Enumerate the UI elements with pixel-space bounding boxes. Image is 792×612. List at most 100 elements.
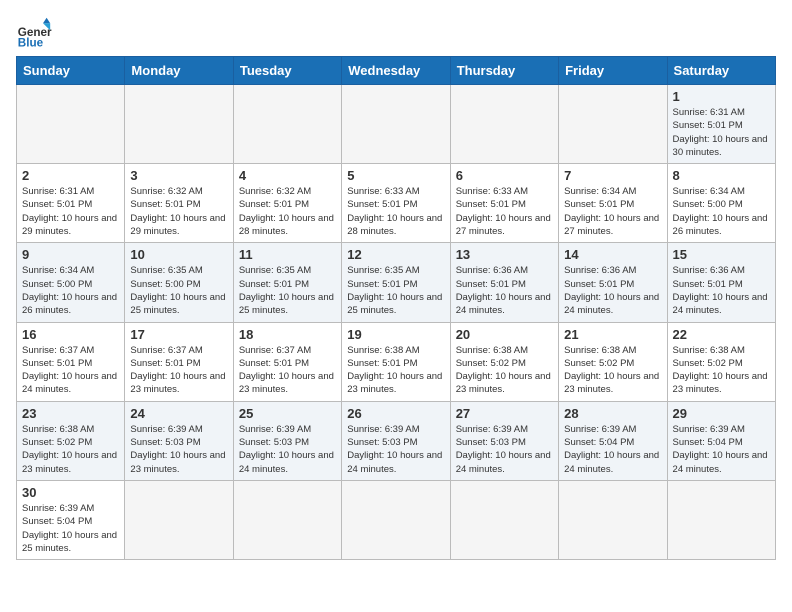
calendar-week-row: 1 Sunrise: 6:31 AM Sunset: 5:01 PM Daylig… (17, 85, 776, 164)
calendar-week-row: 23Sunrise: 6:38 AM Sunset: 5:02 PM Dayli… (17, 401, 776, 480)
calendar-cell (342, 480, 450, 559)
calendar-cell: 27 Sunrise: 6:39 AM Sunset: 5:03 PM Dayli… (450, 401, 558, 480)
calendar-cell (233, 480, 341, 559)
day-info: Sunrise: 6:31 AM Sunset: 5:01 PM Dayligh… (22, 185, 119, 238)
day-number: 29 (673, 406, 770, 421)
day-number: 11 (239, 247, 336, 262)
day-number: 13 (456, 247, 553, 262)
calendar-cell (125, 85, 233, 164)
day-info: Sunrise: 6:38 AM Sunset: 5:02 PM Dayligh… (22, 423, 119, 476)
day-info: Sunrise: 6:31 AM Sunset: 5:01 PM Dayligh… (673, 106, 770, 159)
day-info: Sunrise: 6:37 AM Sunset: 5:01 PM Dayligh… (130, 344, 227, 397)
calendar-cell: 9Sunrise: 6:34 AM Sunset: 5:00 PM Daylig… (17, 243, 125, 322)
calendar-cell: 30 Sunrise: 6:39 AM Sunset: 5:04 PM Dayli… (17, 480, 125, 559)
calendar-cell: 19Sunrise: 6:38 AM Sunset: 5:01 PM Dayli… (342, 322, 450, 401)
calendar-cell: 13 Sunrise: 6:36 AM Sunset: 5:01 PM Dayli… (450, 243, 558, 322)
day-number: 17 (130, 327, 227, 342)
page-header: General Blue (16, 16, 776, 52)
col-tuesday: Tuesday (233, 57, 341, 85)
day-number: 28 (564, 406, 661, 421)
day-number: 21 (564, 327, 661, 342)
day-info: Sunrise: 6:39 AM Sunset: 5:03 PM Dayligh… (239, 423, 336, 476)
day-info: Sunrise: 6:35 AM Sunset: 5:01 PM Dayligh… (239, 264, 336, 317)
day-info: Sunrise: 6:39 AM Sunset: 5:03 PM Dayligh… (347, 423, 444, 476)
day-number: 15 (673, 247, 770, 262)
day-info: Sunrise: 6:37 AM Sunset: 5:01 PM Dayligh… (239, 344, 336, 397)
day-number: 3 (130, 168, 227, 183)
day-info: Sunrise: 6:32 AM Sunset: 5:01 PM Dayligh… (130, 185, 227, 238)
day-info: Sunrise: 6:34 AM Sunset: 5:00 PM Dayligh… (673, 185, 770, 238)
svg-text:Blue: Blue (18, 37, 44, 50)
calendar-cell (233, 85, 341, 164)
day-number: 30 (22, 485, 119, 500)
calendar-cell: 24 Sunrise: 6:39 AM Sunset: 5:03 PM Dayli… (125, 401, 233, 480)
day-number: 6 (456, 168, 553, 183)
calendar-cell: 26Sunrise: 6:39 AM Sunset: 5:03 PM Dayli… (342, 401, 450, 480)
calendar-cell: 8Sunrise: 6:34 AM Sunset: 5:00 PM Daylig… (667, 164, 775, 243)
calendar-cell: 1 Sunrise: 6:31 AM Sunset: 5:01 PM Daylig… (667, 85, 775, 164)
day-number: 4 (239, 168, 336, 183)
day-info: Sunrise: 6:32 AM Sunset: 5:01 PM Dayligh… (239, 185, 336, 238)
calendar-cell: 4 Sunrise: 6:32 AM Sunset: 5:01 PM Daylig… (233, 164, 341, 243)
day-info: Sunrise: 6:33 AM Sunset: 5:01 PM Dayligh… (456, 185, 553, 238)
day-info: Sunrise: 6:39 AM Sunset: 5:03 PM Dayligh… (130, 423, 227, 476)
day-number: 9 (22, 247, 119, 262)
calendar-cell (450, 480, 558, 559)
calendar-cell: 11 Sunrise: 6:35 AM Sunset: 5:01 PM Dayli… (233, 243, 341, 322)
calendar-cell (667, 480, 775, 559)
day-number: 5 (347, 168, 444, 183)
calendar-cell: 20Sunrise: 6:38 AM Sunset: 5:02 PM Dayli… (450, 322, 558, 401)
calendar-cell (17, 85, 125, 164)
calendar-week-row: 9Sunrise: 6:34 AM Sunset: 5:00 PM Daylig… (17, 243, 776, 322)
day-info: Sunrise: 6:38 AM Sunset: 5:02 PM Dayligh… (673, 344, 770, 397)
calendar-week-row: 2 Sunrise: 6:31 AM Sunset: 5:01 PM Daylig… (17, 164, 776, 243)
day-info: Sunrise: 6:36 AM Sunset: 5:01 PM Dayligh… (456, 264, 553, 317)
calendar-cell (450, 85, 558, 164)
day-number: 19 (347, 327, 444, 342)
calendar-cell: 14 Sunrise: 6:36 AM Sunset: 5:01 PM Dayli… (559, 243, 667, 322)
day-info: Sunrise: 6:39 AM Sunset: 5:04 PM Dayligh… (673, 423, 770, 476)
day-info: Sunrise: 6:35 AM Sunset: 5:00 PM Dayligh… (130, 264, 227, 317)
calendar-cell (559, 85, 667, 164)
col-monday: Monday (125, 57, 233, 85)
day-number: 18 (239, 327, 336, 342)
calendar-cell: 7Sunrise: 6:34 AM Sunset: 5:01 PM Daylig… (559, 164, 667, 243)
day-number: 24 (130, 406, 227, 421)
day-info: Sunrise: 6:36 AM Sunset: 5:01 PM Dayligh… (564, 264, 661, 317)
day-number: 27 (456, 406, 553, 421)
day-number: 10 (130, 247, 227, 262)
day-info: Sunrise: 6:39 AM Sunset: 5:04 PM Dayligh… (22, 502, 119, 555)
day-number: 22 (673, 327, 770, 342)
day-info: Sunrise: 6:35 AM Sunset: 5:01 PM Dayligh… (347, 264, 444, 317)
day-info: Sunrise: 6:37 AM Sunset: 5:01 PM Dayligh… (22, 344, 119, 397)
calendar-cell: 10 Sunrise: 6:35 AM Sunset: 5:00 PM Dayli… (125, 243, 233, 322)
calendar-cell: 16 Sunrise: 6:37 AM Sunset: 5:01 PM Dayli… (17, 322, 125, 401)
col-saturday: Saturday (667, 57, 775, 85)
generalblue-logo-icon: General Blue (16, 16, 52, 52)
day-number: 16 (22, 327, 119, 342)
day-number: 14 (564, 247, 661, 262)
day-info: Sunrise: 6:39 AM Sunset: 5:03 PM Dayligh… (456, 423, 553, 476)
calendar-cell: 12Sunrise: 6:35 AM Sunset: 5:01 PM Dayli… (342, 243, 450, 322)
calendar-cell: 6 Sunrise: 6:33 AM Sunset: 5:01 PM Daylig… (450, 164, 558, 243)
day-info: Sunrise: 6:38 AM Sunset: 5:02 PM Dayligh… (456, 344, 553, 397)
col-wednesday: Wednesday (342, 57, 450, 85)
calendar-week-row: 16 Sunrise: 6:37 AM Sunset: 5:01 PM Dayli… (17, 322, 776, 401)
calendar-cell: 17 Sunrise: 6:37 AM Sunset: 5:01 PM Dayli… (125, 322, 233, 401)
calendar-cell: 25 Sunrise: 6:39 AM Sunset: 5:03 PM Dayli… (233, 401, 341, 480)
calendar-header-row: Sunday Monday Tuesday Wednesday Thursday… (17, 57, 776, 85)
day-info: Sunrise: 6:38 AM Sunset: 5:02 PM Dayligh… (564, 344, 661, 397)
day-info: Sunrise: 6:33 AM Sunset: 5:01 PM Dayligh… (347, 185, 444, 238)
calendar-cell (559, 480, 667, 559)
col-sunday: Sunday (17, 57, 125, 85)
calendar-cell: 29 Sunrise: 6:39 AM Sunset: 5:04 PM Dayli… (667, 401, 775, 480)
day-number: 2 (22, 168, 119, 183)
day-number: 1 (673, 89, 770, 104)
calendar-table: Sunday Monday Tuesday Wednesday Thursday… (16, 56, 776, 560)
col-friday: Friday (559, 57, 667, 85)
calendar-cell: 3 Sunrise: 6:32 AM Sunset: 5:01 PM Daylig… (125, 164, 233, 243)
day-info: Sunrise: 6:39 AM Sunset: 5:04 PM Dayligh… (564, 423, 661, 476)
day-number: 25 (239, 406, 336, 421)
calendar-cell: 28 Sunrise: 6:39 AM Sunset: 5:04 PM Dayli… (559, 401, 667, 480)
col-thursday: Thursday (450, 57, 558, 85)
